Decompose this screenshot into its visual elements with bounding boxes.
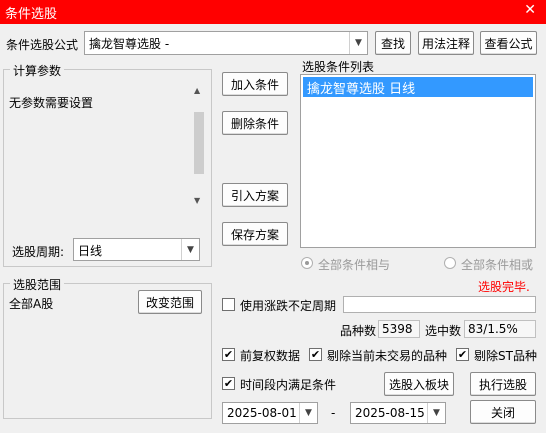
close-icon[interactable]: ✕ [524,2,536,18]
exclude-st-checkbox[interactable]: ✔ [456,348,469,361]
date-to-value: 2025-08-15 [355,406,425,420]
period-satisfy-label: 时间段内满足条件 [240,378,337,392]
title-bar: 条件选股 ✕ [0,0,546,24]
run-selection-button[interactable]: 执行选股 [470,372,536,396]
add-condition-button[interactable]: 加入条件 [222,72,288,96]
check-icon: ✔ [223,377,234,390]
forward-adjust-checkbox[interactable]: ✔ [222,348,235,361]
view-formula-button[interactable]: 查看公式 [480,31,537,55]
chevron-down-icon[interactable]: ▼ [427,403,445,423]
formula-select[interactable]: 擒龙智尊选股 - ▼ [84,31,368,55]
window-title: 条件选股 [5,7,58,22]
exclude-untraded-checkbox[interactable]: ✔ [309,348,322,361]
scroll-up-icon[interactable]: ▲ [194,86,200,95]
condition-list[interactable]: 擒龙智尊选股 日线 [300,74,536,248]
period-select[interactable]: 日线 ▼ [73,238,200,261]
params-scrollbar[interactable]: ▲ ▼ [192,86,207,208]
chevron-down-icon[interactable]: ▼ [181,239,199,260]
date-to-picker[interactable]: 2025-08-15 ▼ [350,402,446,424]
all-or-label: 全部条件相或 [461,258,534,272]
formula-label: 条件选股公式 [6,38,79,52]
save-scheme-button[interactable]: 保存方案 [222,222,288,246]
stock-scope-title: 选股范围 [10,276,65,293]
status-text: 选股完毕. [478,280,530,294]
check-icon: ✔ [457,348,468,361]
check-icon: ✔ [223,348,234,361]
exclude-st-label: 剔除ST品种 [474,349,537,363]
scroll-down-icon[interactable]: ▼ [194,196,200,205]
formula-select-value: 擒龙智尊选股 - [89,37,170,51]
add-to-board-button[interactable]: 选股入板块 [384,372,454,396]
usage-notes-button[interactable]: 用法注释 [418,31,474,55]
period-value: 日线 [78,244,103,258]
forward-adjust-label: 前复权数据 [240,349,301,363]
scrollbar-thumb[interactable] [194,112,204,174]
chevron-down-icon[interactable]: ▼ [349,32,367,54]
change-scope-button[interactable]: 改变范围 [138,290,202,314]
no-params-note: 无参数需要设置 [9,96,94,110]
date-from-picker[interactable]: 2025-08-01 ▼ [222,402,318,424]
period-satisfy-checkbox[interactable]: ✔ [222,377,235,390]
all-and-label: 全部条件相与 [318,258,391,272]
scope-value: 全部A股 [9,297,54,311]
count-label: 品种数 [340,324,377,338]
stock-scope-group: 选股范围 全部A股 改变范围 [3,276,212,419]
condition-list-label: 选股条件列表 [302,60,375,74]
use-period-checkbox[interactable] [222,298,235,311]
delete-condition-button[interactable]: 删除条件 [222,111,288,135]
period-input[interactable] [343,296,536,313]
calc-params-group: 计算参数 无参数需要设置 ▲ ▼ 选股周期: 日线 ▼ [3,62,212,267]
use-period-label: 使用涨跌不定周期 [240,299,337,313]
check-icon: ✔ [310,348,321,361]
date-from-value: 2025-08-01 [227,406,297,420]
condition-stock-picker-window: 条件选股 ✕ 条件选股公式 擒龙智尊选股 - ▼ 查找 用法注释 查看公式 计算… [0,0,546,433]
selected-value: 83/1.5% [464,320,536,338]
period-label: 选股周期: [12,245,65,259]
close-button[interactable]: 关闭 [470,400,536,424]
chevron-down-icon[interactable]: ▼ [299,403,317,423]
exclude-untraded-label: 剔除当前未交易的品种 [327,349,448,363]
all-and-radio[interactable] [301,257,313,269]
selected-label: 选中数 [425,324,462,338]
find-button[interactable]: 查找 [375,31,411,55]
list-item[interactable]: 擒龙智尊选股 日线 [303,77,533,97]
count-value: 5398 [378,320,420,338]
date-separator: - [331,406,336,420]
all-or-radio[interactable] [444,257,456,269]
import-scheme-button[interactable]: 引入方案 [222,183,288,207]
calc-params-title: 计算参数 [10,62,65,79]
